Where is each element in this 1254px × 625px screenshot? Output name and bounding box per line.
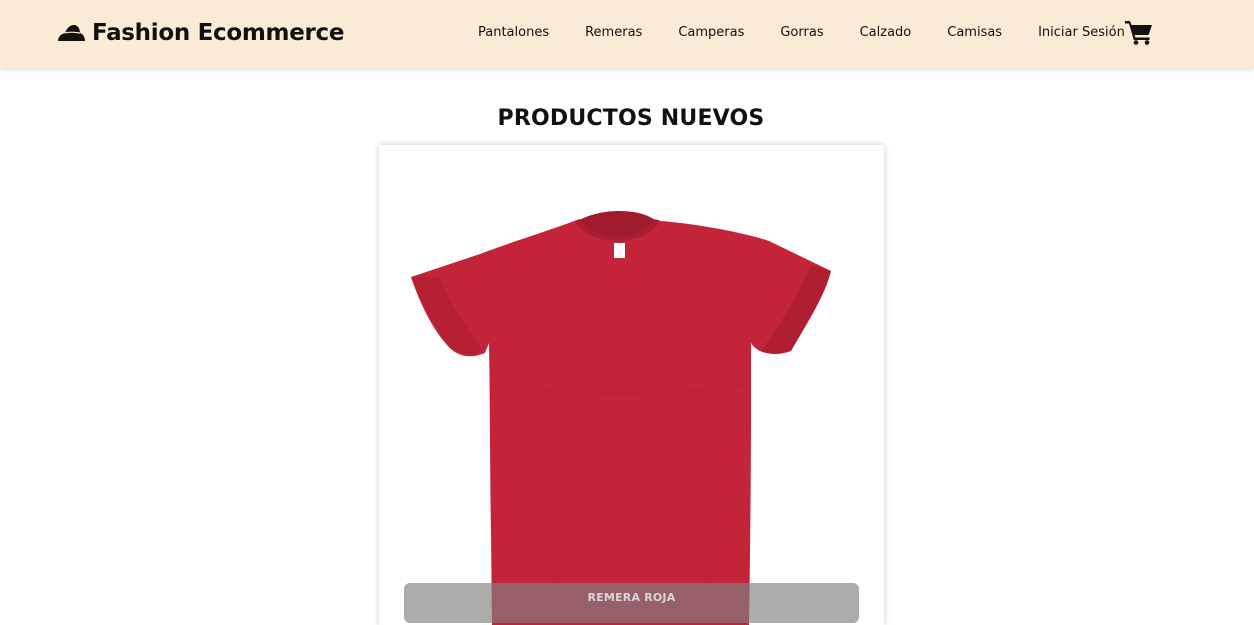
product-name-label: REMERA ROJA xyxy=(404,583,859,623)
shopping-cart-icon[interactable] xyxy=(1125,19,1153,45)
nav-link-pantalones[interactable]: Pantalones xyxy=(460,22,567,44)
product-image-red-tshirt xyxy=(411,211,831,625)
hat-icon xyxy=(58,25,85,41)
main-nav: Pantalones Remeras Camperas Gorras Calza… xyxy=(460,22,1143,44)
nav-link-remeras[interactable]: Remeras xyxy=(567,22,660,44)
nav-link-camperas[interactable]: Camperas xyxy=(660,22,762,44)
nav-link-calzado[interactable]: Calzado xyxy=(842,22,930,44)
brand-link[interactable]: Fashion Ecommerce xyxy=(56,17,344,49)
product-card[interactable]: REMERA ROJA xyxy=(379,145,884,625)
nav-link-gorras[interactable]: Gorras xyxy=(762,22,841,44)
navbar: Fashion Ecommerce Pantalones Remeras Cam… xyxy=(0,0,1254,68)
section-title: PRODUCTOS NUEVOS xyxy=(497,106,765,131)
nav-link-camisas[interactable]: Camisas xyxy=(929,22,1020,44)
brand-title: Fashion Ecommerce xyxy=(92,20,345,46)
